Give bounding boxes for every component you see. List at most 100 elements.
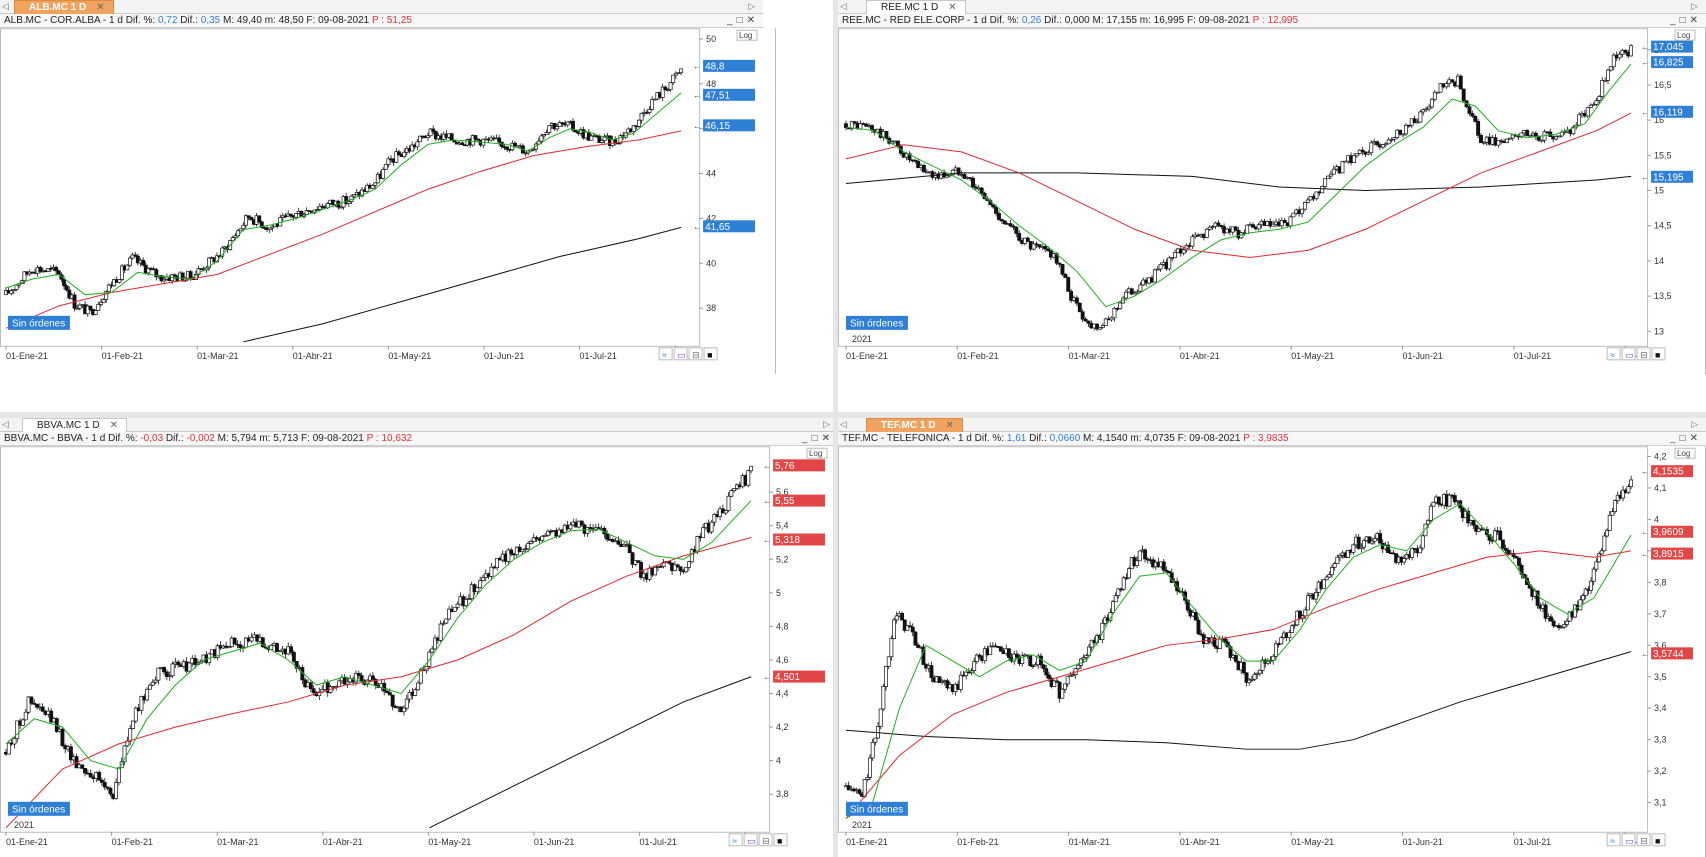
candle-body <box>958 674 963 690</box>
tab-scroll-right-icon[interactable]: ▷ <box>1691 1 1698 12</box>
tab-scroll-right-icon[interactable]: ▷ <box>1691 419 1698 430</box>
tab-bbva[interactable]: BBVA.MC 1 D ✕ <box>22 418 127 432</box>
candle-body <box>555 126 560 130</box>
candle-body <box>1626 486 1631 493</box>
y-tick-label: 3,8 <box>1654 577 1666 587</box>
tab-scroll-right-icon[interactable]: ▷ <box>748 1 755 12</box>
candle-body <box>108 787 113 795</box>
candle-body <box>150 681 155 686</box>
candle-body <box>1436 496 1441 505</box>
close-tab-icon[interactable]: ✕ <box>948 1 956 15</box>
horizontal-splitter[interactable] <box>0 412 1706 418</box>
candle-body <box>1340 161 1345 174</box>
price-plot[interactable]: 1716,51615,51514,51413,51301-Ene-2101-Fe… <box>838 28 1706 374</box>
badge-arrow-icon: ← <box>1641 649 1649 658</box>
close-tab-icon[interactable]: ✕ <box>945 419 953 433</box>
candle-body <box>857 789 862 794</box>
candle-body <box>1008 223 1013 227</box>
vertical-splitter[interactable] <box>833 0 838 857</box>
candle-body <box>1577 114 1582 126</box>
plot-area <box>0 446 771 833</box>
window-controls[interactable]: _□✕ <box>1670 432 1702 445</box>
dif-value: 0,000 <box>1064 15 1090 26</box>
candle-body <box>1323 178 1328 187</box>
badge-arrow-icon: ← <box>763 536 771 545</box>
candle-body <box>373 182 378 186</box>
candle-body <box>505 146 510 150</box>
candle-body <box>1516 557 1521 566</box>
x-tick-label: 01-Jul-21 <box>640 837 677 847</box>
y-tick-label: 3,1 <box>1654 798 1666 808</box>
price-plot[interactable]: 5,65,45,254,84,64,44,243,801-Ene-21 01-Fe… <box>0 446 838 857</box>
close-tab-icon[interactable]: ✕ <box>96 1 104 15</box>
toolbar-glyph: ≈ <box>1610 350 1615 360</box>
max-value: M: 5,794 <box>217 433 257 444</box>
candle-body <box>1302 202 1307 210</box>
candle-body <box>114 782 119 799</box>
candle-body <box>294 213 299 218</box>
symbol-info-bar: BBVA.MC - BBVA - 1 d Dif. %: -0,03 Dif.:… <box>0 432 838 446</box>
y-tick-label: 4,8 <box>776 621 788 631</box>
candle-body <box>1041 664 1046 669</box>
candle-body <box>308 682 313 689</box>
price-value: P : 12,995 <box>1252 15 1299 26</box>
toolbar-glyph: ■ <box>1655 350 1660 360</box>
candle-body <box>1028 655 1033 667</box>
log-toggle-label: Log <box>1677 449 1690 458</box>
tab-scroll-left-icon[interactable]: ◁ <box>840 419 847 430</box>
window-controls[interactable]: _□✕ <box>727 14 759 27</box>
price-plot[interactable]: 4,24,143,93,83,73,63,53,43,33,23,101-Ene… <box>838 446 1706 857</box>
tab-scroll-left-icon[interactable]: ◁ <box>2 419 9 430</box>
candle-body <box>370 185 375 189</box>
window-controls[interactable]: _□✕ <box>1670 14 1702 27</box>
badge-arrow-icon: ← <box>1641 108 1649 117</box>
tab-label: ALB.MC 1 D <box>29 2 87 13</box>
candle-body <box>616 540 621 545</box>
candle-body <box>40 706 45 712</box>
y-tick-label: 5 <box>776 588 781 598</box>
price-plot[interactable]: 5048464442403801-Ene-2101-Feb-2101-Mar-2… <box>0 28 776 374</box>
x-tick-label: 01-Mar-21 <box>1069 837 1110 847</box>
candle-body <box>60 728 65 747</box>
candle-body <box>889 638 894 658</box>
candle-body <box>1322 579 1326 589</box>
toolbar-glyph: ▭ <box>1625 836 1633 846</box>
candle-body <box>627 544 632 554</box>
x-tick-label: 01-Feb-21 <box>102 351 143 361</box>
year-label: 2021 <box>852 334 872 344</box>
candle-body <box>1608 66 1613 71</box>
min-value: m: 16,995 <box>1139 15 1185 26</box>
candle-body <box>746 470 751 486</box>
candle-body <box>1112 308 1117 319</box>
y-tick-label: 40 <box>706 258 716 268</box>
tab-ree[interactable]: REE.MC 1 D ✕ <box>866 0 966 14</box>
candle-body <box>668 82 673 91</box>
candle-body <box>1597 553 1601 563</box>
candle-body <box>101 299 106 303</box>
candle-body <box>1629 45 1634 57</box>
candle-body <box>1471 520 1476 526</box>
candle-body <box>1599 550 1604 555</box>
tab-scroll-left-icon[interactable]: ◁ <box>2 1 9 12</box>
close-tab-icon[interactable]: ✕ <box>110 419 118 433</box>
tab-tef[interactable]: TEF.MC 1 D ✕ <box>866 418 963 432</box>
tab-scroll-right-icon[interactable]: ▷ <box>823 419 830 430</box>
x-tick-label: 01-Jul-21 <box>580 351 617 361</box>
symbol-name: REE.MC - RED ELE.CORP - 1 d <box>842 15 987 26</box>
candle-body <box>1006 648 1011 658</box>
y-tick-label: 14 <box>1654 256 1664 266</box>
tab-scroll-left-icon[interactable]: ◁ <box>840 1 847 12</box>
candle-body <box>1476 121 1481 136</box>
window-controls[interactable]: _□✕ <box>802 432 834 445</box>
candle-body <box>97 772 102 781</box>
candle-body <box>1279 637 1284 645</box>
candle-body <box>141 259 146 266</box>
tab-label: TEF.MC 1 D <box>881 420 936 431</box>
candle-body <box>1017 233 1022 241</box>
candle-body <box>910 626 915 633</box>
tab-label: BBVA.MC 1 D <box>37 420 100 431</box>
candle-body <box>894 615 899 621</box>
badge-arrow-icon: ← <box>1641 528 1649 537</box>
tab-alb[interactable]: ALB.MC 1 D ✕ <box>14 0 114 14</box>
candle-body <box>972 661 977 671</box>
